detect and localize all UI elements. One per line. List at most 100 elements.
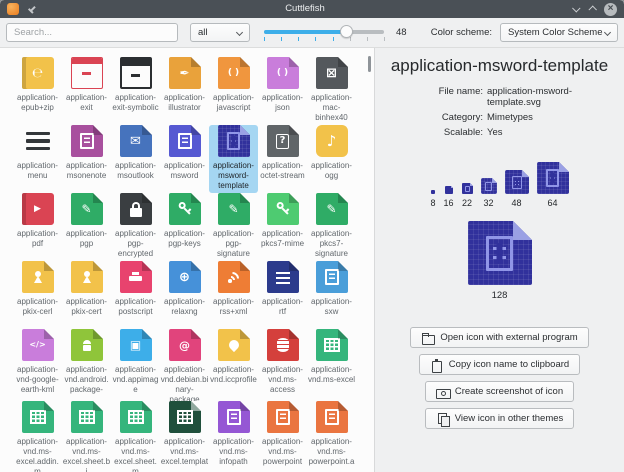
icon-grid-cell[interactable]: application-msonenote <box>62 125 111 193</box>
icon-label: application-vnd.ms-excel.addin.m <box>14 437 62 472</box>
grid-scrollbar[interactable] <box>368 56 371 72</box>
create-screenshot-of-icon-button[interactable]: Create screenshot of icon <box>425 381 574 402</box>
file-icon <box>218 261 250 293</box>
icon-grid-cell[interactable]: application-vnd.ms-infopath <box>209 401 258 472</box>
icon-grid-cell[interactable]: application-vnd.ms-powerpoint <box>258 401 307 472</box>
icon-grid-cell[interactable]: application-rss+xml <box>209 261 258 329</box>
icon-grid-cell[interactable]: ( )application-javascript <box>209 57 258 125</box>
icon-grid-cell[interactable]: ⊠application-mac-binhex40 <box>307 57 356 125</box>
icon-grid-cell[interactable]: application-vnd.ms-access <box>258 329 307 401</box>
icon-grid-cell[interactable]: ▣application-vnd.appimage <box>111 329 160 401</box>
view-icon-in-other-themes-button[interactable]: View icon in other themes <box>425 408 575 429</box>
file-icon <box>169 193 201 225</box>
slider-tick <box>315 37 316 41</box>
open-icon-with-external-program-button[interactable]: Open icon with external program <box>410 327 588 348</box>
icon-grid-cell[interactable]: ( )application-json <box>258 57 307 125</box>
pages-icon <box>436 413 449 425</box>
icon-grid-cell[interactable]: application-vnd.ms-excel.sheet.m <box>111 401 160 472</box>
document-glyph <box>486 236 513 271</box>
icon-grid-cell[interactable]: application-vnd.ms-powerpoint.a <box>307 401 356 472</box>
icon-grid-cell[interactable]: application-menu <box>13 125 62 193</box>
icon-grid-cell[interactable]: application-msword <box>160 125 209 193</box>
icon-grid-cell[interactable]: application-exit-symbolic <box>111 57 160 125</box>
icon-grid-cell[interactable]: application-vnd.ms-excel.addin.m <box>13 401 62 472</box>
main-content: ℮application-epub+zipapplication-exitapp… <box>0 48 624 472</box>
slider-handle[interactable] <box>340 25 353 38</box>
icon-grid-cell[interactable]: application-pgp-keys <box>160 193 209 261</box>
slider-tick <box>367 37 368 41</box>
corner-fold <box>240 193 250 203</box>
icon-grid-cell[interactable]: ✎application-pkcs7-signature <box>307 193 356 261</box>
file-icon: ( ) <box>267 57 299 89</box>
icon-grid-cell[interactable]: application-pgp-encrypted <box>111 193 160 261</box>
preview-size-label: 48 <box>512 198 522 208</box>
icon-grid-cell[interactable]: application-pkix-cerl <box>13 261 62 329</box>
corner-fold <box>338 193 348 203</box>
preview-icon-128 <box>468 221 532 285</box>
window-titlebar-glyph <box>72 58 102 64</box>
icon-grid-cell[interactable]: ✎application-pgp <box>62 193 111 261</box>
icon-label: application-pdf <box>14 229 62 249</box>
file-icon <box>218 329 250 361</box>
property-label: Category: <box>389 112 483 123</box>
icon-grid-cell[interactable]: ✎application-pgp-signature <box>209 193 258 261</box>
copy-icon-name-to-clipboard-button[interactable]: Copy icon name to clipboard <box>419 354 580 375</box>
keyhole-icon <box>83 271 91 283</box>
glyph-℮: ℮ <box>32 67 43 80</box>
preview-icon-32 <box>481 178 497 194</box>
icon-grid-cell[interactable]: application-sxw <box>307 261 356 329</box>
file-icon <box>267 329 299 361</box>
action-buttons: Open icon with external program Copy icon… <box>375 327 624 429</box>
icon-grid-cell[interactable]: application-vnd.iccprofile <box>209 329 258 401</box>
icon-size-slider[interactable] <box>264 23 384 42</box>
corner-fold <box>142 261 152 271</box>
icon-grid-cell[interactable]: application-vnd.ms-excel.sheet.bi <box>62 401 111 472</box>
category-dropdown[interactable]: all <box>190 23 250 42</box>
icon-grid-cell[interactable]: ⊕application-relaxng <box>160 261 209 329</box>
icon-grid-cell[interactable]: application-postscript <box>111 261 160 329</box>
window-title: Cuttlefish <box>44 0 566 18</box>
icon-grid-cell[interactable]: </>application-vnd-google-earth-kml <box>13 329 62 401</box>
close-icon[interactable]: × <box>604 3 617 16</box>
spreadsheet-glyph <box>324 338 340 352</box>
icon-grid-cell[interactable]: application-rtf <box>258 261 307 329</box>
category-value: all <box>198 27 208 38</box>
icon-grid-cell[interactable]: application-pkcs7-mime <box>258 193 307 261</box>
corner-fold <box>93 193 103 203</box>
icon-grid-cell[interactable]: ✉application-msoutlook <box>111 125 160 193</box>
menu-bar-glyph <box>26 132 50 136</box>
file-icon: ℮ <box>22 57 54 89</box>
maximize-icon[interactable] <box>588 5 596 13</box>
color-scheme-dropdown[interactable]: System Color Scheme <box>500 23 618 42</box>
glyph-▶: ▶ <box>34 205 41 214</box>
icon-grid-cell[interactable]: application-msword-template <box>209 125 258 193</box>
icon-label: application-illustrator <box>161 93 209 113</box>
icon-label: application-vnd.ms-excel.templat <box>161 437 209 467</box>
property-label: File name: <box>389 86 483 108</box>
pin-icon[interactable] <box>25 3 38 16</box>
icon-grid-cell[interactable]: application-vnd.ms-excel <box>307 329 356 401</box>
icon-grid-cell[interactable]: @application-vnd.debian.binary-package <box>160 329 209 401</box>
corner-fold <box>338 57 348 67</box>
icon-label: application-msword <box>161 161 209 181</box>
minimize-icon[interactable] <box>572 4 580 12</box>
button-label: Copy icon name to clipboard <box>449 359 569 370</box>
corner-fold <box>240 401 250 411</box>
icon-label: application-pkcs7-mime <box>259 229 307 249</box>
icon-grid-cell[interactable]: ✒application-illustrator <box>160 57 209 125</box>
icon-grid-cell[interactable]: application-vnd.ms-excel.templat <box>160 401 209 472</box>
icon-grid-cell[interactable]: application-vnd.android.package- <box>62 329 111 401</box>
icon-grid-cell[interactable]: ?application-octet-stream <box>258 125 307 193</box>
icon-grid-cell[interactable]: ℮application-epub+zip <box>13 57 62 125</box>
window-titlebar-glyph <box>122 59 150 66</box>
icon-label: application-vnd.ms-excel.sheet.m <box>112 437 160 472</box>
corner-fold <box>289 57 299 67</box>
icon-grid-cell[interactable]: ♪application-ogg <box>307 125 356 193</box>
icon-grid-cell[interactable]: application-pkix-cert <box>62 261 111 329</box>
slider-tick <box>384 37 385 41</box>
file-icon: ( ) <box>218 57 250 89</box>
icon-grid-cell[interactable]: ▶ application-pdf <box>13 193 62 261</box>
search-input[interactable] <box>6 23 178 42</box>
icon-grid-cell[interactable]: application-exit <box>62 57 111 125</box>
icon-label: application-pgp-encrypted <box>112 229 160 259</box>
